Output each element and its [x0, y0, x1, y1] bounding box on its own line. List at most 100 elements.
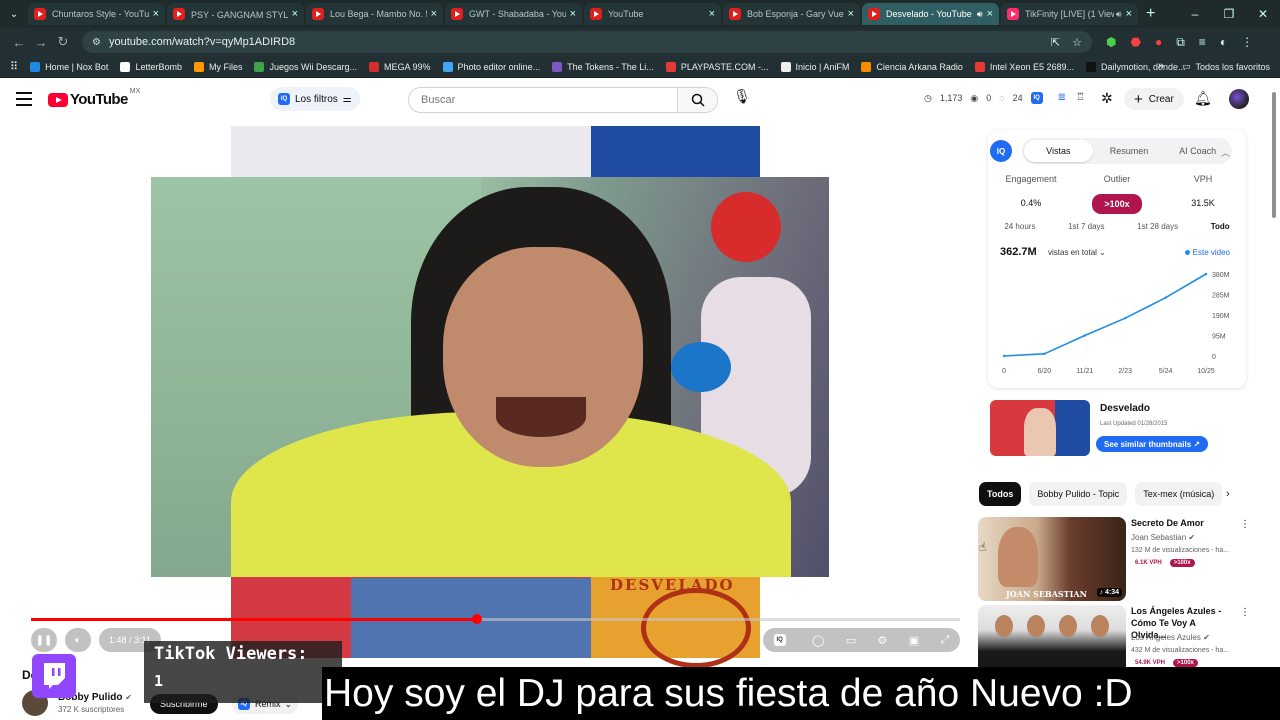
- menu-icon[interactable]: [16, 92, 32, 110]
- bookmark-item[interactable]: Juegos Wii Descarg...: [254, 61, 357, 72]
- close-window-icon[interactable]: ✕: [1246, 7, 1280, 21]
- microphone-icon[interactable]: 🎙: [730, 88, 754, 112]
- bookmark-item[interactable]: PLAYPASTE.COM -...: [665, 61, 769, 72]
- scrollbar[interactable]: [1272, 92, 1276, 218]
- extension-gear-icon[interactable]: ✲: [1101, 90, 1113, 107]
- more-options-icon[interactable]: ⋮: [1240, 607, 1246, 618]
- recommendation-thumbnail[interactable]: JOAN SEBASTIAN ♪ 4:34: [978, 517, 1126, 601]
- chip-topic[interactable]: Bobby Pulido - Topic: [1029, 482, 1128, 506]
- iq-stats-icon[interactable]: IQ: [1030, 92, 1043, 104]
- bookmark-item[interactable]: Photo editor online...: [442, 61, 540, 72]
- bookmark-item[interactable]: Inicio | AniFM: [780, 61, 849, 72]
- close-tab-icon[interactable]: ×: [1126, 8, 1132, 20]
- close-tab-icon[interactable]: ×: [848, 8, 854, 20]
- chevron-right-icon[interactable]: ›: [1226, 488, 1230, 500]
- recommendation-channel[interactable]: Los Ángeles Azules ✔: [1131, 633, 1210, 642]
- pause-icon[interactable]: ❚❚: [31, 628, 57, 652]
- browser-tab[interactable]: Bob Esponja - Gary Vuelve ×: [723, 3, 860, 25]
- extension-abp-icon[interactable]: ⬣: [1130, 35, 1140, 50]
- minimize-icon[interactable]: –: [1178, 7, 1212, 21]
- browser-tab[interactable]: PSY - GANGNAM STYLE(강남스타일) ×: [167, 3, 304, 25]
- volume-icon[interactable]: 🔈︎: [65, 628, 91, 652]
- close-tab-icon[interactable]: ×: [153, 8, 159, 20]
- extensions-puzzle-icon[interactable]: ⧉: [1176, 35, 1185, 50]
- search-input[interactable]: Buscar: [409, 94, 677, 106]
- reload-icon[interactable]: ↻: [52, 34, 74, 50]
- bookmark-item[interactable]: Ciencia Arkana Radio: [861, 61, 963, 72]
- scrubber-handle[interactable]: [471, 614, 482, 624]
- theater-mode-icon[interactable]: ▣: [909, 634, 919, 647]
- range-24h[interactable]: 24 hours: [1004, 222, 1035, 231]
- iq-player-icon[interactable]: IQ: [773, 634, 786, 646]
- bookmark-item[interactable]: The Tokens - The Li...: [552, 61, 654, 72]
- bookmark-item[interactable]: My Files: [193, 61, 242, 72]
- search-button[interactable]: [677, 88, 717, 112]
- fullscreen-icon[interactable]: ⤢: [940, 634, 949, 647]
- bookmark-item[interactable]: Intel Xeon E5 2689...: [974, 61, 1074, 72]
- restore-icon[interactable]: ❐: [1212, 7, 1246, 21]
- recommendation-item[interactable]: Los Ángeles Azules - Cómo Te Voy A Olvid…: [978, 605, 1246, 667]
- tab-resumen[interactable]: Resumen: [1095, 146, 1164, 156]
- media-icon[interactable]: ≡: [1199, 35, 1206, 50]
- browser-tab[interactable]: Chuntaros Style - YouTube ×: [28, 3, 165, 25]
- youtube-logo[interactable]: YouTube MX: [48, 88, 140, 108]
- close-tab-icon[interactable]: ×: [292, 8, 298, 20]
- audio-playing-icon[interactable]: 🔊︎: [1116, 9, 1122, 20]
- audio-playing-icon[interactable]: 🔊︎: [977, 9, 983, 20]
- bookmarks-overflow-icon[interactable]: »: [1158, 60, 1164, 72]
- total-selector[interactable]: vistas en total ⌄: [1048, 248, 1106, 257]
- collapse-chevron-icon[interactable]: ︿: [1221, 146, 1230, 159]
- trophy-icon[interactable]: ♖: [1076, 92, 1085, 104]
- settings-gear-icon[interactable]: ⚙: [877, 634, 887, 647]
- browser-tab[interactable]: YouTube ×: [584, 3, 721, 25]
- video-player[interactable]: DESVELADO ❚❚ 🔈︎ 1:48 / 3:11 IQ ◯ ▭ ⚙ ▣ ⤢: [0, 122, 962, 668]
- browser-tab[interactable]: TikFinity [LIVE] (1 Viewer)🔊︎ ×: [1001, 3, 1138, 25]
- omnibox[interactable]: ⚙ youtube.com/watch?v=qyMp1ADIRD8 ⇱ ☆: [82, 31, 1092, 53]
- video-thumbnail[interactable]: [990, 400, 1090, 456]
- recommendation-channel[interactable]: Joan Sebastian ✔: [1131, 533, 1195, 542]
- bookmark-item[interactable]: MEGA 99%: [369, 61, 431, 72]
- new-tab-button[interactable]: +: [1146, 5, 1155, 23]
- profile-icon[interactable]: ◐: [1220, 35, 1227, 50]
- recommendation-thumbnail[interactable]: [978, 605, 1126, 667]
- list-icon[interactable]: ≣: [1058, 92, 1066, 104]
- chip-tex-mex[interactable]: Tex-mex (música): [1135, 482, 1223, 506]
- close-tab-icon[interactable]: ×: [987, 8, 993, 20]
- range-7d[interactable]: 1st 7 days: [1068, 222, 1104, 231]
- close-tab-icon[interactable]: ×: [431, 8, 437, 20]
- all-bookmarks[interactable]: ▭ Todos los favoritos: [1182, 61, 1270, 72]
- install-icon[interactable]: ⇱: [1051, 36, 1060, 49]
- browser-tab[interactable]: GWT - Shabadaba - YouTube ×: [445, 3, 582, 25]
- url-text[interactable]: youtube.com/watch?v=qyMp1ADIRD8: [109, 36, 295, 48]
- close-tab-icon[interactable]: ×: [570, 8, 576, 20]
- bookmark-item[interactable]: LetterBomb: [120, 61, 182, 72]
- site-info-icon[interactable]: ⚙: [92, 37, 101, 48]
- bookmark-star-icon[interactable]: ☆: [1072, 36, 1082, 49]
- browser-menu-icon[interactable]: ⋮: [1241, 35, 1253, 50]
- recommendation-item[interactable]: JOAN SEBASTIAN ♪ 4:34 Secreto De Amor Jo…: [978, 517, 1250, 601]
- filters-button[interactable]: IQ Los filtros ⚌: [270, 87, 360, 111]
- see-similar-thumbnails-button[interactable]: See similar thumbnails ↗: [1096, 436, 1209, 452]
- create-button[interactable]: + Crear: [1124, 88, 1184, 110]
- chip-todos[interactable]: Todos: [979, 482, 1022, 506]
- more-options-icon[interactable]: ⋮: [1240, 519, 1250, 530]
- browser-tab[interactable]: Desvelado - YouTube 🔊︎ ×: [862, 3, 999, 25]
- close-tab-icon[interactable]: ×: [709, 8, 715, 20]
- browser-tab[interactable]: Lou Bega - Mambo No. 5 ×: [306, 3, 443, 25]
- progress-bar[interactable]: [31, 614, 960, 624]
- range-all[interactable]: Todo: [1211, 222, 1230, 231]
- extension-green-icon[interactable]: ⬢: [1106, 35, 1116, 50]
- forward-icon[interactable]: →: [30, 35, 52, 50]
- range-28d[interactable]: 1st 28 days: [1137, 222, 1178, 231]
- notifications-bell-icon[interactable]: 🔔︎: [1194, 90, 1212, 107]
- autoplay-toggle[interactable]: ◯: [812, 634, 824, 647]
- apps-grid-icon[interactable]: ⠿: [10, 60, 18, 73]
- tab-vistas[interactable]: Vistas: [1024, 140, 1093, 162]
- recommendation-title[interactable]: Secreto De Amor: [1131, 517, 1231, 529]
- bookmark-item[interactable]: Home | Nox Bot: [30, 61, 108, 72]
- subtitles-icon[interactable]: ▭: [846, 634, 856, 647]
- bookmark-item[interactable]: Dailymotion, donde...: [1086, 61, 1186, 72]
- back-icon[interactable]: ←: [8, 35, 30, 50]
- tab-search-chevron-icon[interactable]: ⌄: [6, 6, 22, 22]
- extension-red-icon[interactable]: ●: [1155, 35, 1162, 50]
